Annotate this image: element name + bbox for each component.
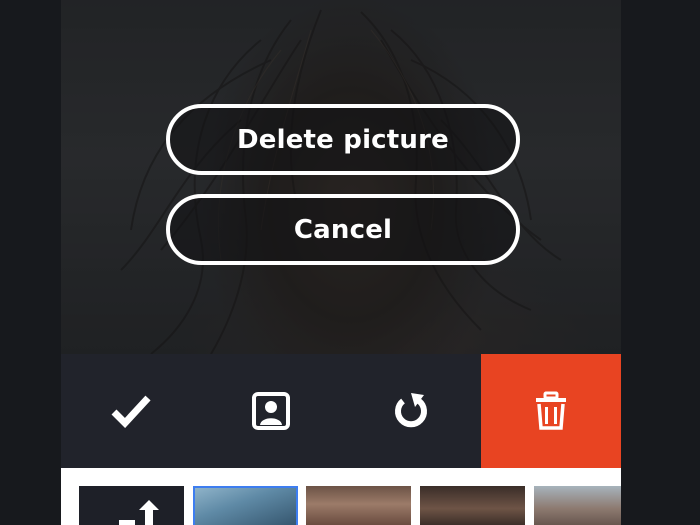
rotate-icon xyxy=(395,393,427,428)
portrait-icon xyxy=(252,392,290,430)
photo-thumbnail[interactable] xyxy=(420,486,525,525)
upload-icon xyxy=(119,500,159,525)
delete-picture-button[interactable]: Delete picture xyxy=(166,104,520,175)
confirm-button[interactable] xyxy=(61,354,201,468)
trash-icon xyxy=(536,391,566,430)
add-photo-thumbnail[interactable] xyxy=(79,486,184,525)
set-profile-picture-button[interactable] xyxy=(201,354,341,468)
cancel-button[interactable]: Cancel xyxy=(166,194,520,265)
edit-toolbar xyxy=(61,354,621,468)
thumbnail-strip xyxy=(61,468,621,525)
delete-button[interactable] xyxy=(481,354,621,468)
photo-overlay xyxy=(61,0,621,354)
photo-preview: Delete picture Cancel xyxy=(61,0,621,354)
photo-thumbnail[interactable] xyxy=(306,486,411,525)
rotate-button[interactable] xyxy=(341,354,481,468)
photo-thumbnail-selected[interactable] xyxy=(193,486,298,525)
checkmark-icon xyxy=(111,395,151,428)
photo-thumbnail[interactable] xyxy=(534,486,621,525)
screen: Delete picture Cancel xyxy=(61,0,621,525)
